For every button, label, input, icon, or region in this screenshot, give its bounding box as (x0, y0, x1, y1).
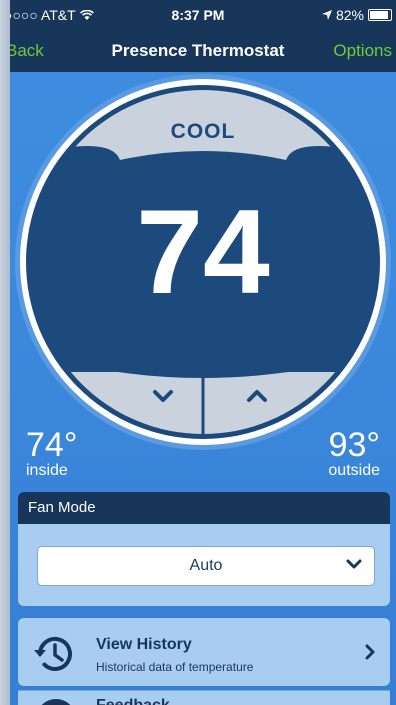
fan-mode-header: Fan Mode (18, 492, 390, 524)
chevron-down-icon (346, 559, 362, 569)
increase-temp-button[interactable] (212, 366, 302, 426)
fan-mode-select[interactable]: Auto (37, 546, 375, 586)
fan-mode-card: Fan Mode Auto (18, 492, 390, 606)
status-bar: ●○○○ AT&T 8:37 PM 82% (10, 0, 396, 30)
inside-temp-label: inside (26, 462, 68, 479)
outside-temperature: 93° outside (328, 428, 380, 480)
fan-mode-value: Auto (189, 557, 223, 574)
chevron-down-icon (153, 390, 173, 402)
outside-temp-label: outside (328, 462, 380, 479)
battery-icon (368, 9, 392, 21)
inside-temp-value: 74° (26, 426, 78, 464)
view-history-title: View History (96, 636, 192, 653)
inside-temperature: 74° inside (26, 428, 77, 480)
view-history-subtitle: Historical data of temperature (96, 660, 254, 674)
feedback-button[interactable]: Feedback (18, 690, 390, 705)
navigation-bar: Back Presence Thermostat Options (10, 30, 396, 72)
mode-label[interactable]: COOL (10, 120, 396, 144)
location-arrow-icon (321, 10, 332, 20)
battery-percent: 82% (335, 7, 364, 23)
setpoint-temperature: 74 (136, 185, 270, 319)
decrease-temp-button[interactable] (118, 366, 208, 426)
chevron-right-icon (365, 644, 375, 660)
outside-temp-value: 93° (328, 426, 380, 464)
options-button[interactable]: Options (333, 41, 392, 61)
history-icon (34, 637, 72, 671)
feedback-icon (36, 699, 76, 705)
feedback-title: Feedback (96, 697, 170, 705)
chevron-up-icon (247, 390, 267, 402)
app-screen: ●○○○ AT&T 8:37 PM 82% Back Presence Ther… (10, 0, 396, 705)
view-history-button[interactable]: View History Historical data of temperat… (18, 618, 390, 686)
status-right: 82% (321, 7, 392, 23)
thermostat-dial: COOL 74 (10, 72, 396, 452)
